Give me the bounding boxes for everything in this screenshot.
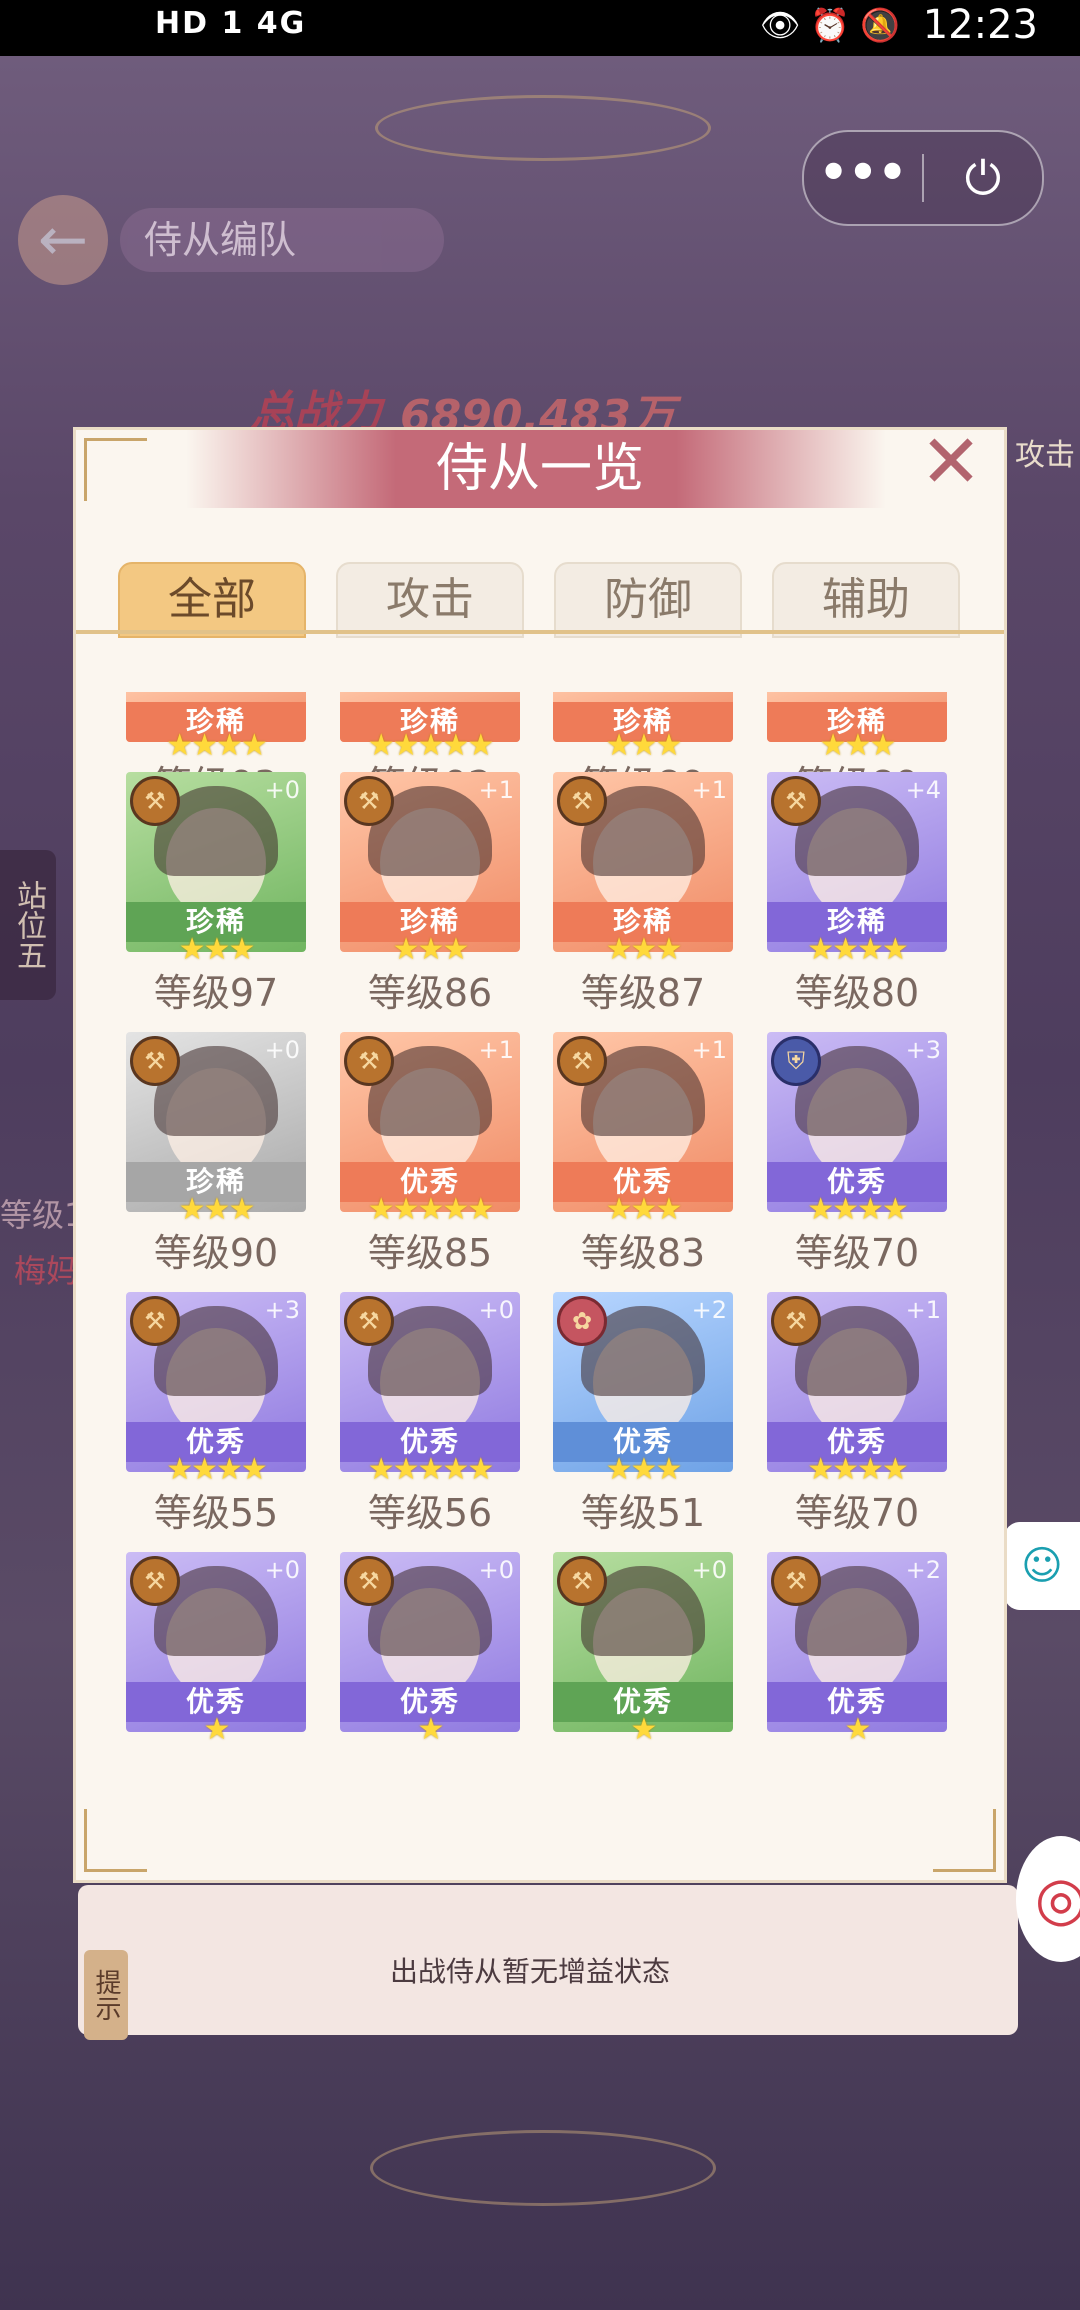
close-icon[interactable]: ✕ [916,425,986,500]
axe-icon: ⚒ [344,1036,394,1086]
attendant-portrait: ⚒ +4 珍稀 [767,772,947,952]
tab-attack[interactable]: 攻击 [336,562,524,638]
tab-defense[interactable]: 防御 [554,562,742,638]
background-level: 等级1 [0,1196,85,1234]
corner-ornament [84,1809,147,1872]
attendant-portrait: ⚒ +1 珍稀 [340,772,520,952]
page-title: 侍从编队 [120,208,444,272]
back-button[interactable]: ← [18,195,108,285]
level-label: 等级56 [367,1491,493,1535]
enhance-level: +0 [478,1296,514,1324]
star-rating: ★ [630,1712,658,1747]
filter-tabs: 全部 攻击 防御 辅助 [118,562,978,638]
level-label: 等级70 [794,1491,920,1535]
status-icons: 👁⏰🔕 [759,6,910,44]
attendant-list-modal: 侍从一览 ✕ 全部 攻击 防御 辅助 珍稀★★★★等级93珍稀★★★★★等级92… [76,425,1004,1880]
bottom-ornament [370,2130,716,2206]
level-label: 等级90 [153,1231,279,1275]
enhance-level: +0 [478,1556,514,1584]
axe-icon: ⚒ [557,776,607,826]
level-label: 等级97 [153,971,279,1015]
tab-support[interactable]: 辅助 [772,562,960,638]
hint-text: 出战侍从暂无增益状态 [390,1955,671,1988]
enhance-level: +1 [691,776,727,804]
level-label: 等级86 [367,971,493,1015]
axe-icon: ⚒ [557,1036,607,1086]
enhance-level: +4 [905,776,941,804]
attendant-portrait: ⚒ +1 珍稀 [553,772,733,952]
background-name: 梅妈 [14,1252,79,1290]
axe-icon: ⚒ [771,776,821,826]
top-ornament [375,95,711,161]
attendant-portrait: ⚒ +1 优秀 [767,1292,947,1472]
axe-icon: ⚒ [344,776,394,826]
enhance-level: +0 [691,1556,727,1584]
attendant-portrait: ✿ +2 优秀 [553,1292,733,1472]
axe-icon: ⚒ [130,776,180,826]
level-label: 等级87 [580,971,706,1015]
modal-title: 侍从一览 [435,439,644,499]
mini-program-capsule: ••• ⏻ [802,130,1044,226]
attendant-portrait: ⚒ +0 优秀 [340,1292,520,1472]
axe-icon: ⚒ [557,1556,607,1606]
axe-icon: ⚒ [771,1296,821,1346]
network-indicators: HD 1 4G [155,6,307,41]
axe-icon: ⚒ [130,1556,180,1606]
attendant-portrait: ⚒ +3 优秀 [126,1292,306,1472]
more-icon[interactable]: ••• [804,132,922,224]
tab-underline [76,630,1004,634]
attendant-portrait: ⚒ +0 珍稀 [126,1032,306,1212]
attendant-grid: 珍稀★★★★等级93珍稀★★★★★等级92珍稀★★★等级89珍稀★★★等级89⚒… [126,692,966,1802]
enhance-level: +1 [478,776,514,804]
attendant-portrait: ⚒ +0 优秀 [553,1552,733,1732]
power-icon[interactable]: ⏻ [924,132,1042,224]
attendant-portrait: ⚒ +2 优秀 [767,1552,947,1732]
position-label: 站位五 [0,850,56,1000]
star-rating: ★ [844,1712,872,1747]
star-rating: ★ [417,1712,445,1747]
attendant-portrait: ⚒ +0 优秀 [340,1552,520,1732]
axe-icon: ⚒ [344,1556,394,1606]
enhance-level: +2 [905,1556,941,1584]
enhance-level: +3 [264,1296,300,1324]
corner-ornament [933,1809,996,1872]
attendant-portrait: ⛨ +3 优秀 [767,1032,947,1212]
star-rating: ★ [203,1712,231,1747]
enhance-level: +0 [264,776,300,804]
level-label: 等级83 [580,1231,706,1275]
status-bar: HD 1 4G 👁⏰🔕 12:23 [0,0,1080,56]
enhance-level: +1 [691,1036,727,1064]
enhance-level: +1 [905,1296,941,1324]
attendant-portrait: ⚒ +0 珍稀 [126,772,306,952]
axe-icon: ⚒ [130,1036,180,1086]
level-label: 等级51 [580,1491,706,1535]
enhance-level: +2 [691,1296,727,1324]
axe-icon: ⚒ [130,1296,180,1346]
attendant-portrait: ⚒ +1 优秀 [553,1032,733,1212]
shield-icon: ⛨ [771,1036,821,1086]
tab-all[interactable]: 全部 [118,562,306,638]
enhance-level: +1 [478,1036,514,1064]
enhance-level: +3 [905,1036,941,1064]
hint-tag: 提示 [84,1950,128,2040]
level-label: 等级80 [794,971,920,1015]
level-label: 等级70 [794,1231,920,1275]
axe-icon: ⚒ [771,1556,821,1606]
customer-service-icon[interactable]: ☺ [1004,1522,1080,1610]
level-label: 等级55 [153,1491,279,1535]
clock: 12:23 [922,2,1038,48]
level-label: 等级85 [367,1231,493,1275]
attendant-portrait: ⚒ +1 优秀 [340,1032,520,1212]
axe-icon: ⚒ [344,1296,394,1346]
enhance-level: +0 [264,1556,300,1584]
enhance-level: +0 [264,1036,300,1064]
lotus-icon: ✿ [557,1296,607,1346]
background-attack-label: 攻击 [1015,438,1075,473]
attendant-portrait: ⚒ +0 优秀 [126,1552,306,1732]
